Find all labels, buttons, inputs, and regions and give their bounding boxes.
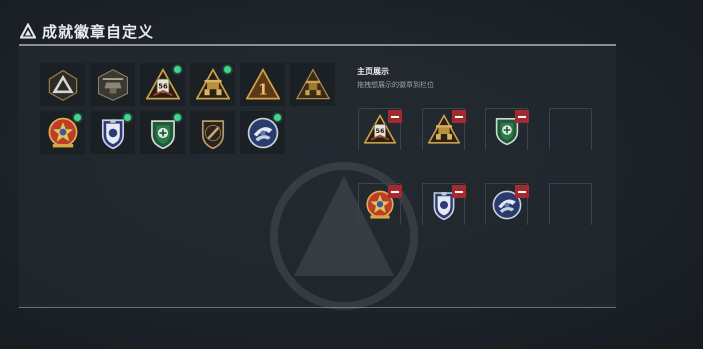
dark-triangle-badge-icon xyxy=(46,68,80,102)
blue-shield-badge-icon xyxy=(96,116,130,150)
gold-star-badge-icon xyxy=(46,116,80,150)
badge-blue-shield[interactable] xyxy=(90,111,135,154)
tower-triangle-badge-icon xyxy=(296,68,330,102)
badge-helicopter[interactable] xyxy=(90,63,135,106)
triangle-56-badge-icon xyxy=(146,68,180,102)
inventory-row xyxy=(40,63,335,106)
remove-badge-button[interactable] xyxy=(388,185,402,198)
helicopter-badge-icon xyxy=(96,68,130,102)
display-slot-6[interactable] xyxy=(422,183,466,225)
new-indicator-dot xyxy=(124,114,131,121)
background-emblem-icon xyxy=(270,162,418,310)
display-slot-5[interactable] xyxy=(358,183,402,225)
display-slot-1[interactable] xyxy=(358,108,402,150)
badge-green-shield[interactable] xyxy=(140,111,185,154)
new-indicator-dot xyxy=(174,66,181,73)
new-indicator-dot xyxy=(174,114,181,121)
page-title: 成就徽章自定义 xyxy=(42,23,155,41)
badge-inventory xyxy=(40,63,335,159)
new-indicator-dot xyxy=(224,66,231,73)
display-title: 主页展示 xyxy=(357,67,389,76)
display-slot-7[interactable] xyxy=(485,183,529,225)
green-shield-badge-icon xyxy=(146,116,180,150)
badge-blue-wing[interactable] xyxy=(240,111,285,154)
remove-badge-button[interactable] xyxy=(452,185,466,198)
homepage-display-header: 主页展示 拖拽想展示的徽章到栏位 xyxy=(357,66,434,90)
triangle-emblem-icon xyxy=(20,23,36,39)
badge-number-1[interactable] xyxy=(240,63,285,106)
inventory-row xyxy=(40,111,335,154)
page-header: 成就徽章自定义 xyxy=(20,20,154,42)
remove-badge-button[interactable] xyxy=(515,185,529,198)
badge-gold-tower[interactable] xyxy=(190,63,235,106)
badge-triangle-56[interactable] xyxy=(140,63,185,106)
badge-dark-triangle[interactable] xyxy=(40,63,85,106)
bronze-shield-badge-icon xyxy=(196,116,230,150)
remove-badge-button[interactable] xyxy=(515,110,529,123)
display-slot-2[interactable] xyxy=(422,108,466,150)
badge-bronze-shield[interactable] xyxy=(190,111,235,154)
badge-gold-star[interactable] xyxy=(40,111,85,154)
display-slot-3[interactable] xyxy=(485,108,529,150)
number-1-triangle-badge-icon xyxy=(246,68,280,102)
blue-wing-badge-icon xyxy=(246,116,280,150)
gold-tower-triangle-badge-icon xyxy=(196,68,230,102)
new-indicator-dot xyxy=(74,114,81,121)
new-indicator-dot xyxy=(274,114,281,121)
remove-badge-button[interactable] xyxy=(388,110,402,123)
display-slot-4-empty[interactable] xyxy=(549,108,592,150)
badge-tower[interactable] xyxy=(290,63,335,106)
display-slot-8-empty[interactable] xyxy=(549,183,592,225)
display-subtitle: 拖拽想展示的徽章到栏位 xyxy=(357,82,434,89)
remove-badge-button[interactable] xyxy=(452,110,466,123)
